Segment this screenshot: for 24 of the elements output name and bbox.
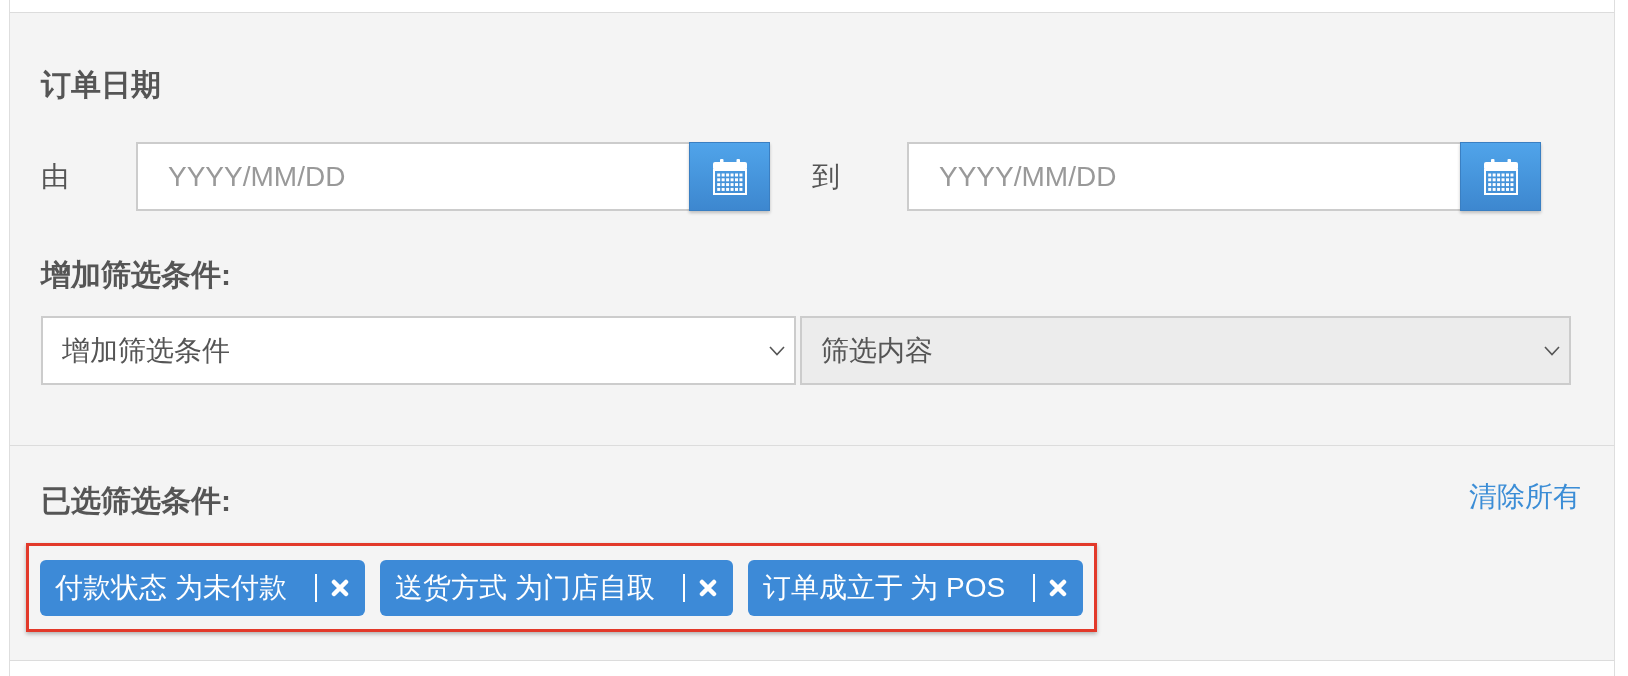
calendar-button[interactable] <box>1460 142 1541 211</box>
remove-button[interactable] <box>314 574 349 602</box>
date-input[interactable]: YYYY/MM/DD <box>907 142 1460 211</box>
chevron-down-icon <box>769 345 785 356</box>
section-heading: 增加筛选条件: <box>41 257 231 293</box>
remove-button[interactable] <box>1033 574 1068 602</box>
date-label: 由 <box>41 159 70 194</box>
filter-tag-label: 送货方式 为门店自取 <box>394 571 655 605</box>
filter-select[interactable]: 增加筛选条件 <box>41 316 796 385</box>
chevron-down-icon <box>1544 345 1560 356</box>
calendar-button[interactable] <box>689 142 770 211</box>
date-input[interactable]: YYYY/MM/DD <box>136 142 689 211</box>
close-icon <box>330 579 349 597</box>
filter-tag-label: 订单成立于 为 POS <box>762 571 1006 605</box>
calendar-icon <box>712 158 747 195</box>
section-heading: 已选筛选条件: <box>41 483 231 519</box>
date-label: 到 <box>812 159 841 194</box>
filter-tag-label: 付款状态 为未付款 <box>55 571 287 605</box>
calendar-icon <box>1483 158 1518 195</box>
close-icon <box>1049 579 1068 597</box>
close-icon <box>698 579 717 597</box>
section-heading: 订单日期 <box>41 67 161 103</box>
clear-all-link[interactable]: 清除所有 <box>1469 479 1581 515</box>
remove-button[interactable] <box>682 574 717 602</box>
